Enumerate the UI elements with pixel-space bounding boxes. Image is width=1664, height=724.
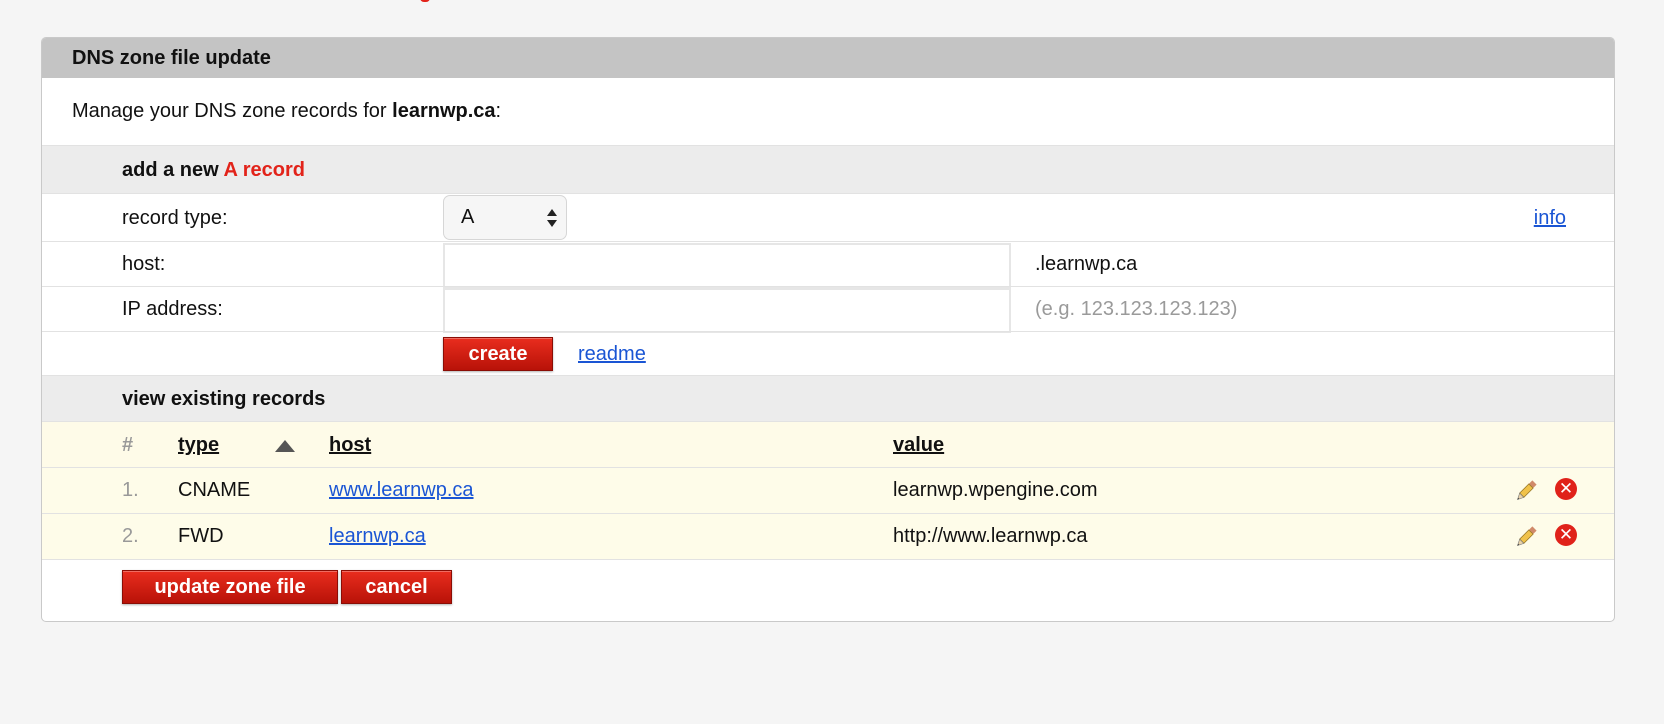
existing-records-section-header: view existing records <box>42 375 1614 421</box>
top-cutoff-mark <box>420 0 430 2</box>
record-value: http://www.learnwp.ca <box>893 525 1088 547</box>
record-host-link[interactable]: learnwp.ca <box>329 514 426 558</box>
delete-x-icon[interactable]: ✕ <box>1555 478 1577 500</box>
record-host-link[interactable]: www.learnwp.ca <box>329 468 474 512</box>
ip-label: IP address: <box>122 298 223 320</box>
intro-suffix: : <box>495 100 502 122</box>
sort-up-arrow-icon[interactable] <box>275 440 295 452</box>
record-type: FWD <box>178 525 224 547</box>
cancel-button[interactable]: cancel <box>341 570 452 604</box>
existing-records-title: view existing records <box>122 388 326 410</box>
table-row: 1. CNAME www.learnwp.ca learnwp.wpengine… <box>42 467 1614 513</box>
dns-zone-panel: DNS zone file update Manage your DNS zon… <box>41 37 1615 622</box>
records-table-header: # type host value <box>42 421 1614 467</box>
delete-x-icon[interactable]: ✕ <box>1555 524 1577 546</box>
pencil-icon[interactable] <box>1513 524 1539 550</box>
record-type-label: record type: <box>122 207 228 229</box>
ip-hint: (e.g. 123.123.123.123) <box>1035 298 1238 320</box>
table-row: 2. FWD learnwp.ca http://www.learnwp.ca … <box>42 513 1614 559</box>
record-type-row: record type: A info <box>42 193 1614 241</box>
record-type-select[interactable]: A <box>443 195 567 240</box>
record-num: 2. <box>122 525 139 547</box>
ip-row: IP address: (e.g. 123.123.123.123) <box>42 286 1614 333</box>
add-record-title-prefix: add a new <box>122 159 224 181</box>
col-num-header: # <box>122 434 134 456</box>
col-type-header[interactable]: type <box>178 422 219 468</box>
panel-title: DNS zone file update <box>42 38 1614 78</box>
add-record-section-header: add a new A record <box>42 145 1614 193</box>
add-record-title-type: A record <box>223 159 306 181</box>
info-link[interactable]: info <box>1534 194 1566 242</box>
host-row: host: .learnwp.ca <box>42 241 1614 288</box>
record-type-selected: A <box>461 206 475 228</box>
update-zone-file-button[interactable]: update zone file <box>122 570 338 604</box>
actions-row: update zone file cancel <box>42 559 1614 611</box>
pencil-icon[interactable] <box>1513 478 1539 504</box>
record-num: 1. <box>122 479 139 501</box>
record-type: CNAME <box>178 479 251 501</box>
intro-prefix: Manage your DNS zone records for <box>72 100 393 122</box>
create-row: create readme <box>42 331 1614 375</box>
readme-link[interactable]: readme <box>578 332 646 376</box>
host-input[interactable] <box>443 243 1011 288</box>
ip-input[interactable] <box>443 288 1011 333</box>
record-value: learnwp.wpengine.com <box>893 479 1098 501</box>
intro-domain: learnwp.ca <box>392 100 496 122</box>
select-arrows-icon <box>547 209 557 227</box>
add-record-title: add a new A record <box>122 146 305 194</box>
col-value-header[interactable]: value <box>893 422 944 468</box>
host-domain-suffix: .learnwp.ca <box>1035 253 1138 275</box>
intro-text: Manage your DNS zone records for learnwp… <box>42 78 1614 145</box>
host-label: host: <box>122 253 166 275</box>
create-button[interactable]: create <box>443 337 553 371</box>
col-host-header[interactable]: host <box>329 422 371 468</box>
